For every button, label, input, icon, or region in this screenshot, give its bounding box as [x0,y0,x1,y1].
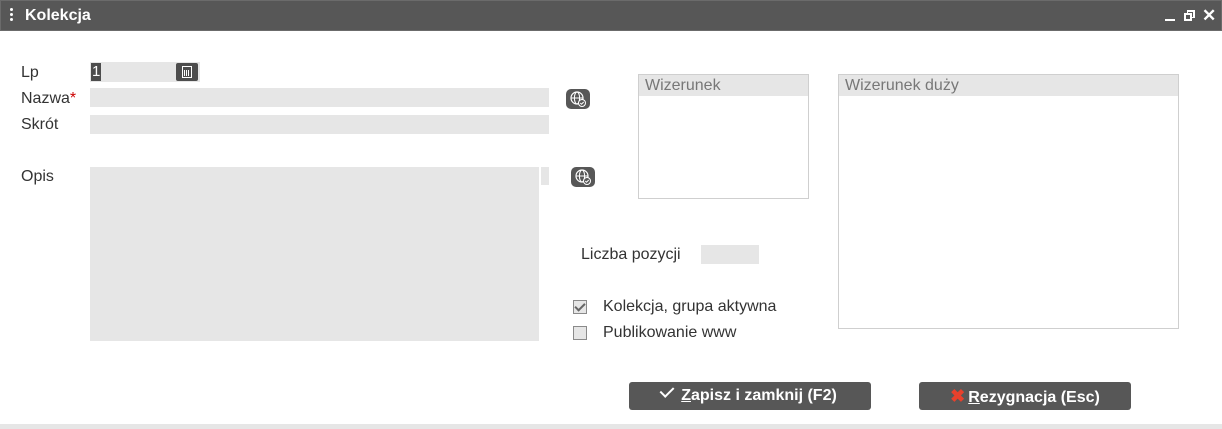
count-field [701,245,759,264]
short-field[interactable] [90,115,549,134]
lp-label: Lp [21,64,39,81]
count-label: Liczba pozycji [581,246,681,263]
check-icon [659,383,675,398]
publish-www-checkbox-label: Publikowanie www [603,324,737,341]
image-small-panel[interactable]: Wizerunek [638,74,809,199]
image-small-label: Wizerunek [639,75,808,96]
desc-label: Opis [21,168,54,185]
name-field[interactable] [90,88,549,107]
minimize-icon[interactable] [1163,9,1177,23]
active-checkbox-label: Kolekcja, grupa aktywna [603,298,777,315]
cancel-button[interactable]: ✖ Rezygnacja (Esc) [919,382,1131,410]
name-label: Nazwa* [21,90,77,107]
publish-www-checkbox[interactable] [573,326,587,340]
close-icon[interactable]: ✕ [1202,7,1216,24]
menu-grip-icon[interactable] [10,8,14,24]
globe-translate-icon[interactable] [566,89,590,109]
lp-field[interactable]: 1 [90,62,200,82]
calculator-icon[interactable] [176,63,198,81]
save-close-button[interactable]: Zapisz i zamknij (F2) [629,382,871,410]
desc-scrollbar[interactable] [541,167,549,185]
image-large-panel[interactable]: Wizerunek duży [838,74,1179,329]
required-marker: * [69,90,77,107]
short-label: Skrót [21,116,59,133]
window-titlebar: Kolekcja ✕ [0,0,1222,31]
x-icon: ✖ [950,386,966,406]
desc-textarea[interactable] [90,167,539,341]
active-checkbox[interactable] [573,300,587,314]
desc-globe-translate-icon[interactable] [571,167,595,187]
restore-icon[interactable] [1183,9,1197,23]
lp-value: 1 [91,63,102,81]
window-title: Kolekcja [25,7,91,24]
image-large-label: Wizerunek duży [839,75,1178,96]
bottom-divider [0,424,1222,429]
